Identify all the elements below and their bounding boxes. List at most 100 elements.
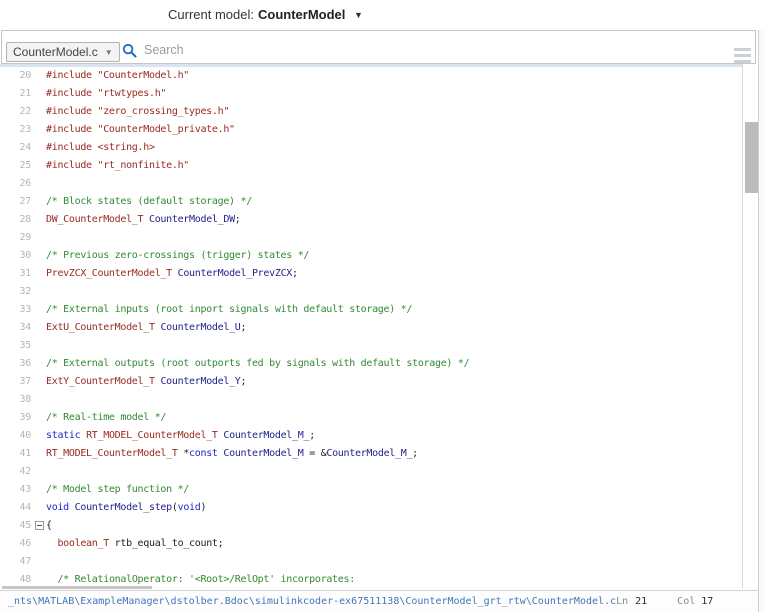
fold-spacer xyxy=(31,247,46,265)
line-number: 39 xyxy=(0,409,31,427)
fold-spacer xyxy=(31,85,46,103)
window-right-edge xyxy=(758,30,764,612)
code-token: ExtU_CounterModel_T xyxy=(46,322,155,333)
code-token: /* Real-time model */ xyxy=(46,412,166,423)
code-token: RT_MODEL_CounterModel_T xyxy=(46,448,178,459)
fold-spacer xyxy=(31,157,46,175)
chevron-down-icon[interactable]: ▼ xyxy=(354,10,363,20)
line-label: Ln xyxy=(616,596,628,607)
code-token: #include "CounterModel.h" xyxy=(46,70,189,81)
search-input[interactable] xyxy=(144,43,444,57)
code-content: /* External inputs (root inport signals … xyxy=(46,301,412,319)
fold-spacer xyxy=(31,319,46,337)
code-line: 28DW_CounterModel_T CounterModel_DW; xyxy=(0,211,742,229)
code-line: 30/* Previous zero-crossings (trigger) s… xyxy=(0,247,742,265)
code-content: static RT_MODEL_CounterModel_T CounterMo… xyxy=(46,427,315,445)
code-token: ; xyxy=(412,448,418,459)
code-line: 45 { xyxy=(0,517,742,535)
code-line: 37ExtY_CounterModel_T CounterModel_Y; xyxy=(0,373,742,391)
code-token: CounterModel_step xyxy=(75,502,172,513)
fold-spacer xyxy=(31,301,46,319)
code-token: #include "rt_nonfinite.h" xyxy=(46,160,189,171)
line-number: 38 xyxy=(0,391,31,409)
fold-spacer xyxy=(31,445,46,463)
fold-spacer xyxy=(31,373,46,391)
vertical-scrollbar-thumb[interactable] xyxy=(745,122,758,193)
fold-spacer xyxy=(31,391,46,409)
code-content: { xyxy=(46,517,52,535)
line-number: 28 xyxy=(0,211,31,229)
current-model-label: Current model: xyxy=(168,7,254,22)
code-line: 38 xyxy=(0,391,742,409)
code-line: 39 /* Real-time model */ xyxy=(0,409,742,427)
code-token: CounterModel_PrevZCX xyxy=(178,268,292,279)
code-line: 23#include "CounterModel_private.h" xyxy=(0,121,742,139)
line-number: 34 xyxy=(0,319,31,337)
horizontal-scrollbar-thumb[interactable] xyxy=(2,586,152,589)
code-line: 35 xyxy=(0,337,742,355)
cursor-position: Ln 21 Col 17 xyxy=(616,596,713,607)
status-bar: _nts\MATLAB\ExampleManager\dstolber.Bdoc… xyxy=(0,590,758,612)
code-content: #include "rtwtypes.h" xyxy=(46,85,166,103)
code-line: 43/* Model step function */ xyxy=(0,481,742,499)
file-selector-dropdown[interactable]: CounterModel.c ▼ xyxy=(6,42,120,62)
line-number: 27 xyxy=(0,193,31,211)
line-number: 20 xyxy=(0,67,31,85)
line-number: 29 xyxy=(0,229,31,247)
code-content: #include "zero_crossing_types.h" xyxy=(46,103,229,121)
fold-collapse-icon[interactable] xyxy=(31,517,46,535)
code-token: = & xyxy=(303,448,326,459)
code-token: /* RelationalOperator: '<Root>/RelOpt' i… xyxy=(57,574,354,585)
code-editor[interactable]: 20 #include "CounterModel.h" 21#include "r… xyxy=(0,67,742,588)
code-token: ; xyxy=(241,376,247,387)
fold-spacer xyxy=(31,553,46,571)
current-model-selector[interactable]: Current model: CounterModel ▼ xyxy=(168,7,363,22)
code-token: #include "zero_crossing_types.h" xyxy=(46,106,229,117)
code-token: /* Block states (default storage) */ xyxy=(46,196,252,207)
code-token: ; xyxy=(292,268,298,279)
search-icon xyxy=(122,43,137,58)
fold-spacer xyxy=(31,193,46,211)
fold-spacer xyxy=(31,409,46,427)
code-token: CounterModel_DW xyxy=(149,214,235,225)
line-number: 35 xyxy=(0,337,31,355)
code-content: PrevZCX_CounterModel_T CounterModel_Prev… xyxy=(46,265,298,283)
code-content: /* Model step function */ xyxy=(46,481,189,499)
code-line: 21#include "rtwtypes.h" xyxy=(0,85,742,103)
line-number: 45 xyxy=(0,517,31,535)
fold-spacer xyxy=(31,139,46,157)
code-token: #include "rtwtypes.h" xyxy=(46,88,166,99)
code-content: /* Previous zero-crossings (trigger) sta… xyxy=(46,247,309,265)
code-content: /* Real-time model */ xyxy=(46,409,166,427)
code-content: /* Block states (default storage) */ xyxy=(46,193,252,211)
code-line: 22#include "zero_crossing_types.h" xyxy=(0,103,742,121)
code-token: const xyxy=(189,448,218,459)
code-line: 36/* External outputs (root outports fed… xyxy=(0,355,742,373)
fold-spacer xyxy=(31,535,46,553)
code-token: CounterModel_Y xyxy=(160,376,240,387)
code-token: rtb_equal_to_count; xyxy=(109,538,223,549)
vertical-scrollbar[interactable] xyxy=(742,64,758,588)
line-value: 21 xyxy=(635,596,647,607)
chevron-down-icon: ▼ xyxy=(105,48,113,57)
code-token xyxy=(46,574,57,585)
code-token: void xyxy=(46,502,69,513)
current-model-name: CounterModel xyxy=(258,7,345,22)
code-line: 20 #include "CounterModel.h" xyxy=(0,67,742,85)
code-token: /* Previous zero-crossings (trigger) sta… xyxy=(46,250,309,261)
line-number: 46 xyxy=(0,535,31,553)
line-number: 41 xyxy=(0,445,31,463)
fold-spacer xyxy=(31,121,46,139)
code-token: RT_MODEL_CounterModel_T xyxy=(86,430,218,441)
line-number: 40 xyxy=(0,427,31,445)
col-value: 17 xyxy=(701,596,713,607)
hamburger-menu-icon[interactable] xyxy=(734,48,751,62)
code-token: { xyxy=(46,520,52,531)
code-token: ; xyxy=(309,430,315,441)
code-token xyxy=(46,538,57,549)
code-token: #include "CounterModel_private.h" xyxy=(46,124,235,135)
code-token: #include <string.h> xyxy=(46,142,155,153)
fold-spacer xyxy=(31,481,46,499)
fold-spacer xyxy=(31,463,46,481)
line-number: 25 xyxy=(0,157,31,175)
